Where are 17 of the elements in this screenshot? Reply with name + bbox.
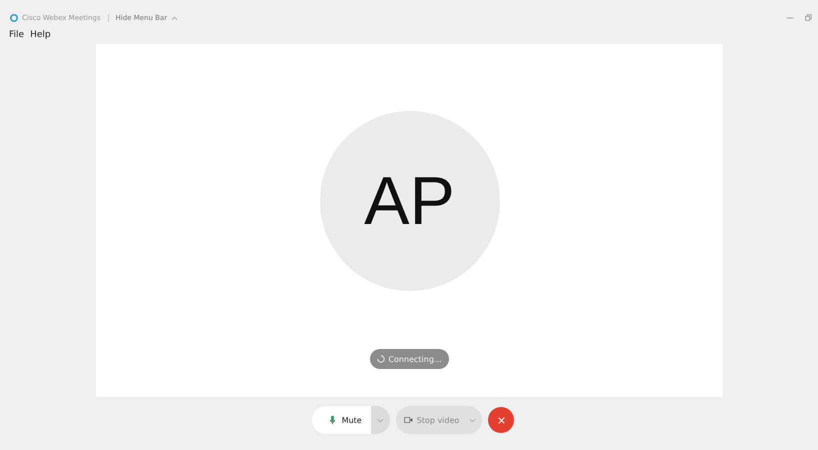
menu-item[interactable]: Help — [30, 30, 51, 40]
spinner-icon — [377, 355, 386, 363]
status-text: Connecting... — [388, 354, 442, 364]
caret-icon — [469, 418, 476, 422]
end-call-button[interactable] — [488, 407, 514, 433]
caret-icon — [376, 418, 384, 422]
video-camera-icon — [404, 415, 413, 425]
avatar-initials: AP — [364, 162, 455, 240]
mute-options-button[interactable] — [370, 406, 390, 434]
mute-button[interactable]: Mute — [312, 406, 371, 434]
app-logo-icon — [10, 14, 18, 22]
close-icon — [496, 416, 506, 424]
restore-icon[interactable] — [804, 14, 812, 22]
chevron-up-icon — [171, 16, 178, 20]
video-options-button[interactable] — [463, 406, 482, 434]
menu-item[interactable]: File — [9, 30, 24, 40]
microphone-icon — [328, 415, 337, 425]
